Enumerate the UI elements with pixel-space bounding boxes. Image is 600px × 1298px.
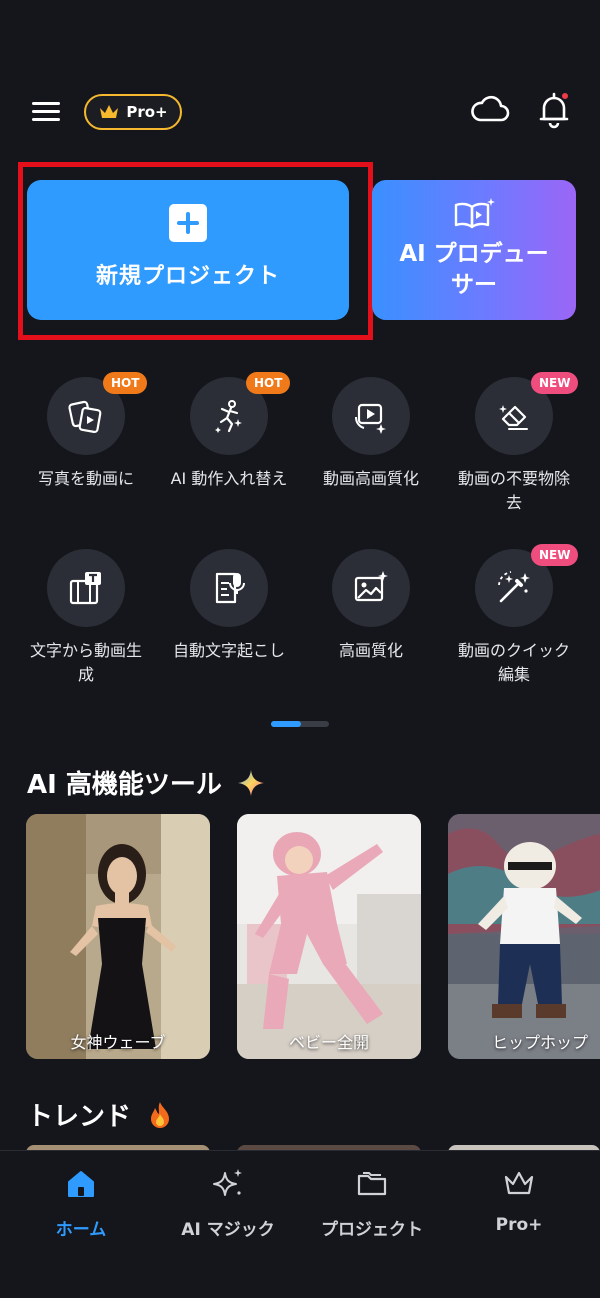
tool-icon-circle: NEW: [475, 372, 579, 455]
book-sparkle-icon: [454, 198, 495, 229]
trend-section-title: トレンド: [27, 1096, 175, 1133]
badge-hot: HOT: [103, 372, 148, 394]
bottom-navigation: ホーム AI マジック プロジェクト Pro+: [0, 1150, 600, 1298]
top-bar: Pro+: [0, 86, 600, 136]
ai-tool-card-baby-full[interactable]: ベビー全開: [237, 814, 421, 1059]
fire-icon: [151, 1101, 170, 1128]
tool-ai-motion-swap[interactable]: HOT AI 動作入れ替え: [154, 372, 304, 491]
highlight-frame: [18, 162, 373, 340]
pro-plus-badge[interactable]: Pro+: [84, 94, 182, 130]
tool-image-enhance[interactable]: 高画質化: [296, 549, 446, 663]
carousel-pager: [271, 721, 329, 727]
video-enhance-icon: [355, 403, 386, 434]
text-to-video-icon: [69, 572, 101, 605]
ai-tool-caption: ベビー全開: [288, 1033, 369, 1052]
tool-icon-circle: HOT: [47, 372, 148, 455]
bell-icon[interactable]: [536, 90, 572, 130]
sparkle-gradient-icon: [237, 769, 264, 796]
tool-label: 動画のクイック編集: [457, 641, 570, 684]
nav-pro-plus[interactable]: Pro+: [444, 1167, 594, 1235]
tool-label: 動画の不要物除去: [457, 469, 570, 512]
menu-icon[interactable]: [28, 96, 64, 126]
tool-photo-to-video[interactable]: HOT 写真を動画に: [11, 372, 161, 491]
sparkle-icon: [213, 1169, 242, 1196]
ai-tool-card-hiphop[interactable]: ヒップホップ: [448, 814, 600, 1059]
pro-plus-label: Pro+: [126, 103, 168, 121]
nav-label: ホーム: [55, 1220, 107, 1240]
tool-label: AI 動作入れ替え: [170, 469, 288, 488]
tool-icon-circle: [47, 549, 125, 627]
tool-text-to-video[interactable]: 文字から動画生成: [11, 549, 161, 687]
ai-tools-section-title: AI 高機能ツール: [27, 764, 266, 801]
home-icon: [68, 1171, 94, 1197]
image-enhance-icon: [354, 571, 388, 602]
ai-tool-caption: 女神ウェーブ: [70, 1033, 166, 1052]
dance-swap-icon: [215, 400, 242, 433]
eraser-icon: [499, 405, 528, 430]
nav-projects[interactable]: プロジェクト: [297, 1167, 447, 1240]
ai-tools-title-text: AI 高機能ツール: [27, 770, 222, 800]
nav-ai-magic[interactable]: AI マジック: [153, 1167, 303, 1240]
nav-label: Pro+: [495, 1215, 543, 1235]
trend-title-text: トレンド: [27, 1102, 132, 1132]
tool-icon-circle: [332, 377, 410, 455]
tool-label: 動画高画質化: [322, 469, 419, 488]
ai-producer-button[interactable]: AI プロデューサー: [372, 180, 576, 320]
nav-home[interactable]: ホーム: [6, 1167, 156, 1240]
badge-hot: HOT: [246, 372, 291, 394]
tool-video-enhance[interactable]: 動画高画質化: [296, 377, 446, 491]
badge-new: NEW: [531, 544, 579, 566]
tool-icon-circle: [332, 549, 410, 627]
hiphop-thumbnail: [448, 814, 600, 1059]
magic-wand-icon: [498, 571, 530, 603]
folder-icon: [357, 1172, 387, 1196]
tool-icon-circle: HOT: [190, 372, 291, 455]
ai-tool-caption: ヒップホップ: [491, 1033, 588, 1052]
ai-tool-card-goddess-wave[interactable]: 女神ウェーブ: [26, 814, 210, 1059]
tool-icon-circle: NEW: [475, 544, 579, 627]
tool-video-object-removal[interactable]: NEW 動画の不要物除去: [439, 372, 589, 515]
pager-active-indicator: [271, 721, 301, 727]
tool-label: 文字から動画生成: [29, 641, 142, 684]
tool-label: 高画質化: [338, 641, 403, 660]
ai-producer-label: AI プロデューサー: [399, 241, 549, 298]
crown-icon: [504, 1171, 534, 1195]
tool-icon-circle: [190, 549, 268, 627]
tool-auto-transcribe[interactable]: 自動文字起こし: [154, 549, 304, 663]
baby-full-thumbnail: [237, 814, 421, 1059]
goddess-wave-thumbnail: [26, 814, 210, 1059]
crown-icon: [100, 105, 119, 118]
badge-new: NEW: [531, 372, 579, 394]
tool-quick-edit[interactable]: NEW 動画のクイック編集: [439, 544, 589, 687]
nav-label: プロジェクト: [321, 1220, 423, 1240]
cloud-icon[interactable]: [470, 92, 510, 128]
nav-label: AI マジック: [181, 1220, 275, 1240]
photo-to-video-icon: [68, 400, 102, 434]
tool-label: 写真を動画に: [37, 469, 134, 488]
tool-label: 自動文字起こし: [172, 641, 285, 660]
transcribe-icon: [215, 572, 245, 604]
